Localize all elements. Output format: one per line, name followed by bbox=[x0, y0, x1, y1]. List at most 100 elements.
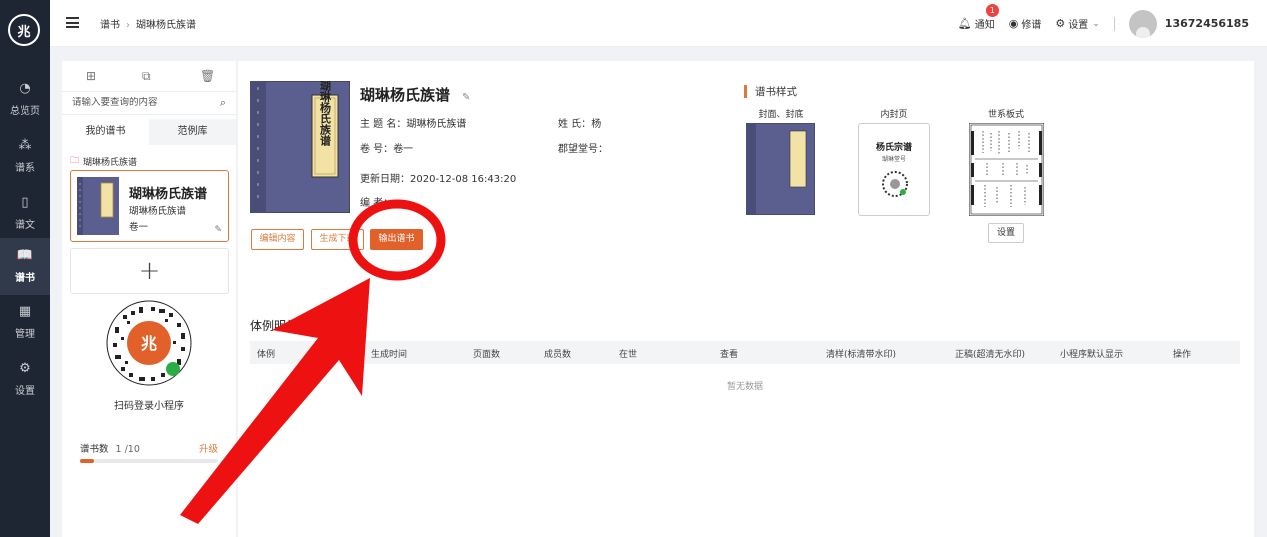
menu-toggle-icon[interactable] bbox=[66, 17, 79, 28]
revise-label: 修谱 bbox=[1021, 20, 1042, 31]
nav-label: 管理 bbox=[15, 329, 35, 340]
nav-item-texts[interactable]: ▯ 谱文 bbox=[0, 185, 50, 242]
nav-label: 总览页 bbox=[10, 106, 40, 117]
edit-title-icon[interactable]: ✎ bbox=[462, 92, 470, 103]
col-header: 在世 bbox=[619, 350, 638, 360]
col-header: 成员数 bbox=[544, 350, 572, 360]
folder-item[interactable]: 🗀 瑚琳杨氏族谱 bbox=[70, 153, 137, 169]
edit-icon[interactable]: ✎ bbox=[214, 225, 222, 235]
eye-icon: ◉ bbox=[1008, 17, 1019, 30]
nav-item-settings[interactable]: ⚙ 设置 bbox=[0, 351, 50, 408]
quota-progress bbox=[80, 459, 218, 463]
col-header: 清样(标清带水印) bbox=[826, 350, 897, 360]
book-title-text: 瑚琳杨氏族谱 bbox=[360, 86, 451, 104]
breadcrumb-item: 瑚琳杨氏族谱 bbox=[136, 20, 196, 31]
nav-item-overview[interactable]: ◔ 总览页 bbox=[0, 71, 50, 128]
style-tree-thumbnail[interactable] bbox=[969, 123, 1044, 216]
style-cover-thumbnail[interactable] bbox=[746, 123, 815, 215]
style-settings-button[interactable]: 设置 bbox=[988, 223, 1024, 243]
notify-label: 通知 bbox=[974, 20, 995, 31]
book-icon: 📖 bbox=[16, 248, 34, 263]
edit-content-button[interactable]: 编辑内容 bbox=[251, 229, 304, 250]
bell-icon: 🔔︎ bbox=[957, 17, 972, 30]
col-header: 生成时间 bbox=[371, 350, 408, 360]
folder-label: 瑚琳杨氏族谱 bbox=[83, 157, 138, 168]
search-box: ⌕ bbox=[62, 91, 236, 115]
document-icon: ▯ bbox=[21, 195, 29, 210]
avatar[interactable] bbox=[1128, 9, 1157, 38]
style-cover-label: 封面、封底 bbox=[758, 110, 804, 120]
style-inner-thumbnail[interactable]: 杨氏宗谱 瑚琳堂号 bbox=[858, 123, 930, 216]
add-book-button[interactable]: + bbox=[70, 248, 229, 294]
field-label: 郡望堂号： bbox=[558, 144, 608, 155]
volume-field: 卷 号：卷一 bbox=[360, 140, 413, 155]
folder-icon: 🗀 bbox=[70, 156, 80, 166]
tab-my-books[interactable]: 我的谱书 bbox=[62, 119, 149, 145]
book-subtitle: 瑚琳杨氏族谱 bbox=[129, 206, 187, 217]
book-title: 瑚琳杨氏族谱 ✎ bbox=[360, 84, 470, 105]
generate-download-button[interactable]: 生成下载 bbox=[311, 229, 364, 250]
notify-button[interactable]: 🔔︎ 通知 1 bbox=[957, 4, 999, 31]
updated-field: 更新日期：2020-12-08 16:43:20 bbox=[360, 170, 516, 185]
surname-field: 姓 氏：杨 bbox=[558, 115, 601, 130]
nav-item-books[interactable]: 📖 谱书 bbox=[0, 238, 50, 295]
nav-label: 谱书 bbox=[15, 273, 35, 284]
qr-code-image: 兆 bbox=[106, 300, 192, 386]
inner-subtitle: 瑚琳堂号 bbox=[881, 156, 906, 163]
breadcrumb-item[interactable]: 谱书 bbox=[100, 20, 120, 31]
search-icon[interactable]: ⌕ bbox=[220, 96, 226, 110]
book-card[interactable]: 瑚琳杨氏族谱 瑚琳杨氏族谱 卷一 ✎ bbox=[70, 170, 229, 242]
pie-chart-icon: ◔ bbox=[19, 81, 31, 96]
inner-qr-icon bbox=[882, 171, 908, 197]
style-inner-label: 内封页 bbox=[880, 110, 908, 120]
field-value: 卷一 bbox=[393, 144, 414, 155]
nav-label: 谱文 bbox=[15, 220, 35, 231]
notify-badge: 1 bbox=[985, 4, 999, 17]
nav-item-lineage[interactable]: ⁂ 谱系 bbox=[0, 128, 50, 185]
top-header: 谱书 › 瑚琳杨氏族谱 🔔︎ 通知 1 ◉ 修谱 ⚙ 设置 ⌄ 1367245618… bbox=[50, 0, 1267, 47]
username[interactable]: 13672456185 bbox=[1165, 17, 1249, 30]
book-title: 瑚琳杨氏族谱 bbox=[129, 187, 208, 202]
quota-label: 谱书数 bbox=[80, 444, 109, 455]
settings-dropdown[interactable]: ⚙ 设置 ⌄ bbox=[1055, 16, 1099, 31]
tree-icon: ⁂ bbox=[18, 138, 32, 153]
chevron-right-icon: › bbox=[126, 20, 130, 31]
empty-state: 暂无数据 bbox=[726, 382, 763, 392]
new-file-icon[interactable]: ⊞ bbox=[86, 69, 96, 83]
revise-button[interactable]: ◉ 修谱 bbox=[1009, 16, 1042, 31]
list-tabs: 我的谱书 范例库 bbox=[62, 119, 236, 145]
trash-icon[interactable]: 🗑︎ bbox=[200, 69, 215, 83]
output-book-button[interactable]: 输出谱书 bbox=[370, 229, 423, 250]
field-value: 瑚琳杨氏族谱 bbox=[406, 119, 467, 130]
col-header: 体例 bbox=[257, 350, 276, 360]
chevron-down-icon: ⌄ bbox=[1092, 18, 1100, 29]
inner-title: 杨氏宗谱 bbox=[875, 143, 912, 153]
field-label: 编 者： bbox=[360, 198, 394, 209]
app-logo[interactable]: 兆 bbox=[8, 14, 40, 46]
hall-field: 郡望堂号： bbox=[558, 140, 608, 155]
quota-value: 1 /10 bbox=[115, 444, 140, 455]
field-value: 2020-12-08 16:43:20 bbox=[410, 174, 517, 185]
search-input[interactable] bbox=[72, 97, 210, 108]
style-heading: 谱书样式 bbox=[744, 84, 797, 99]
field-label: 更新日期： bbox=[360, 174, 410, 185]
qr-label: 扫码登录小程序 bbox=[114, 401, 184, 412]
field-label: 卷 号： bbox=[360, 144, 394, 155]
gear-icon: ⚙ bbox=[1055, 17, 1066, 30]
upgrade-link[interactable]: 升级 bbox=[199, 441, 218, 455]
copy-icon[interactable]: ⧉ bbox=[142, 69, 151, 84]
style-heading-text: 谱书样式 bbox=[755, 86, 797, 98]
book-volume: 卷一 bbox=[129, 222, 149, 233]
details-heading: 体例明细(0) bbox=[250, 319, 315, 333]
grid-icon: ▦ bbox=[18, 304, 32, 319]
tab-examples[interactable]: 范例库 bbox=[149, 119, 236, 145]
cover-char: 瑚琳杨氏族谱 bbox=[319, 81, 332, 147]
svg-text:兆: 兆 bbox=[141, 334, 157, 353]
nav-item-manage[interactable]: ▦ 管理 bbox=[0, 294, 50, 351]
col-header: 页面数 bbox=[473, 350, 501, 360]
editor-field: 编 者： bbox=[360, 194, 393, 209]
col-header: 正稿(超清无水印) bbox=[955, 350, 1026, 360]
subject-field: 主 题 名：瑚琳杨氏族谱 bbox=[360, 115, 466, 130]
nav-label: 谱系 bbox=[15, 163, 35, 174]
col-header: 查看 bbox=[720, 350, 739, 360]
